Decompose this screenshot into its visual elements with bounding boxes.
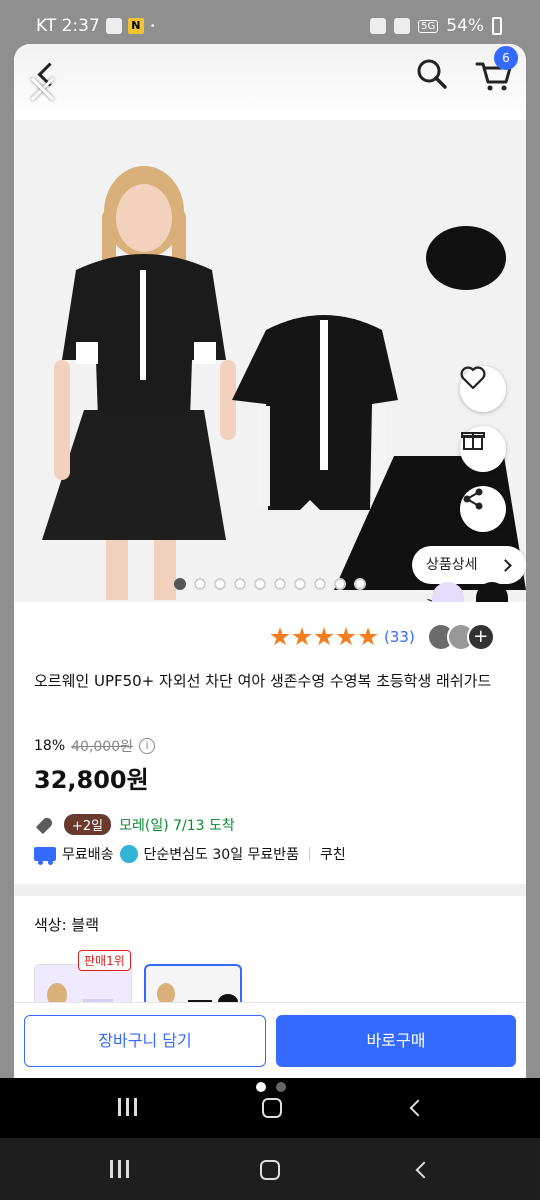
gallery-pagination [174, 578, 366, 590]
benefits-row: 무료배송 단순변심도 30일 무료반품 쿠친 [34, 844, 346, 865]
gallery-dot[interactable] [194, 578, 206, 590]
back-icon[interactable] [409, 1099, 427, 1117]
purchase-bar: 장바구니 담기 바로구매 [14, 1002, 526, 1078]
free-return-label: 단순변심도 30일 무료반품 [143, 847, 300, 863]
product-detail-button[interactable]: 상품상세 > [412, 546, 526, 602]
truck-icon [34, 847, 56, 865]
system-nav-bar [0, 1138, 540, 1200]
gallery-dot[interactable] [354, 578, 366, 590]
gallery-dot[interactable] [294, 578, 306, 590]
star-icon [270, 627, 290, 646]
star-icon [358, 627, 378, 646]
product-title: 오르웨인 UPF50+ 자외선 차단 여아 생존수영 수영복 초등학생 래쉬가드 [34, 672, 492, 690]
carrier-time: KT 2:37 [36, 16, 100, 36]
wishlist-button[interactable] [460, 366, 506, 412]
star-icon [292, 627, 312, 646]
mute-icon [394, 18, 411, 34]
section-divider [14, 884, 526, 896]
gift-button[interactable] [460, 426, 506, 472]
arrival-date: 모레(일) 7/13 도착 [119, 817, 235, 834]
gallery-dot[interactable] [214, 578, 226, 590]
best-seller-badge: 판매1위 [78, 950, 131, 971]
buy-now-button[interactable]: 바로구매 [276, 1015, 516, 1067]
app-nav-bar [0, 1078, 540, 1138]
gallery-dot[interactable] [334, 578, 346, 590]
divider [309, 847, 311, 861]
battery-percent: 54% [446, 16, 484, 36]
gallery-dot[interactable] [314, 578, 326, 590]
gift-icon [461, 432, 485, 450]
color-option-label: 색상: 블랙 [34, 916, 100, 934]
free-shipping-label: 무료배송 [62, 847, 114, 863]
rocket-icon [36, 815, 56, 835]
phone-screen: KT 2:37 N • 5G 54% 6 상품상세 (33) + 오르웨인 UP… [0, 0, 540, 1200]
coupang-label: 쿠친 [320, 847, 346, 863]
info-icon[interactable]: i [139, 738, 155, 754]
page-dot [276, 1082, 286, 1092]
more-notifications-dot: • [149, 20, 156, 32]
more-photos-icon: + [466, 623, 495, 651]
search-icon[interactable] [414, 56, 450, 92]
home-icon[interactable] [260, 1160, 280, 1180]
product-photo [42, 166, 526, 600]
star-icon [314, 627, 334, 646]
star-rating [270, 627, 378, 647]
gallery-dot[interactable] [274, 578, 286, 590]
share-icon [463, 488, 483, 510]
return-icon [119, 845, 138, 863]
delivery-row: +2일 모레(일) 7/13 도착 [36, 814, 235, 835]
top-bar: 6 [14, 44, 526, 120]
product-page: 6 상품상세 (33) + 오르웨인 UPF50+ 자외선 차단 여아 생존수영… [14, 44, 526, 1078]
status-left: KT 2:37 N • [36, 16, 156, 36]
original-price: 40,000원 [71, 739, 133, 755]
home-icon[interactable] [262, 1098, 282, 1118]
reviewer-avatars[interactable]: + [426, 623, 495, 651]
close-icon[interactable] [26, 72, 60, 106]
add-to-cart-button[interactable]: 장바구니 담기 [24, 1015, 266, 1067]
gallery-dot[interactable] [254, 578, 266, 590]
recent-apps-icon[interactable] [118, 1098, 140, 1116]
cart-count-badge: 6 [494, 46, 518, 70]
network-badge: 5G [418, 19, 439, 33]
sale-price: 32,800원 [34, 766, 149, 794]
product-image-gallery[interactable]: 상품상세 > [14, 120, 526, 602]
app-notification-icon [105, 18, 122, 34]
alarm-icon [370, 18, 387, 34]
star-icon [336, 627, 356, 646]
review-count[interactable]: (33) [384, 628, 415, 646]
recent-apps-icon[interactable] [110, 1160, 132, 1178]
gallery-dot[interactable] [234, 578, 246, 590]
share-button[interactable] [460, 486, 506, 532]
page-indicator [256, 1082, 286, 1092]
discount-rate: 18% [34, 738, 66, 754]
rating-row[interactable]: (33) + [270, 622, 516, 652]
status-bar: KT 2:37 N • 5G 54% [0, 0, 540, 48]
notification-n-icon: N [127, 18, 144, 34]
back-icon[interactable] [415, 1161, 433, 1179]
gallery-dot-active[interactable] [174, 578, 186, 590]
battery-icon [492, 17, 502, 35]
heart-icon [460, 366, 486, 390]
status-right: 5G 54% [370, 16, 502, 36]
delivery-days-badge: +2일 [64, 814, 112, 835]
page-dot-active [256, 1082, 266, 1092]
price-discount-row: 18% 40,000원 i [34, 736, 155, 756]
